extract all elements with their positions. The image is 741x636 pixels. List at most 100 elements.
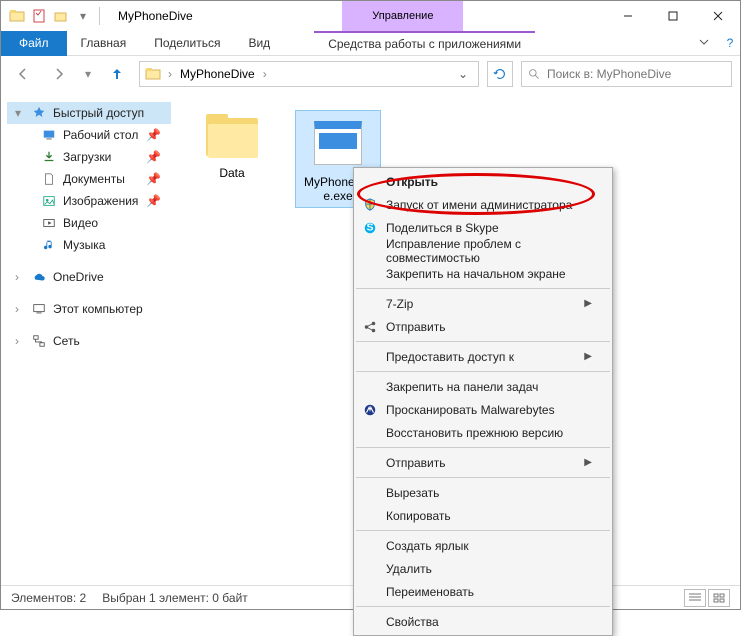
- minimize-button[interactable]: [605, 1, 650, 31]
- context-menu-item[interactable]: Отправить: [354, 315, 612, 338]
- sidebar-item[interactable]: Изображения📌: [7, 190, 171, 212]
- sidebar-item[interactable]: Видео: [7, 212, 171, 234]
- context-menu-item[interactable]: Закрепить на панели задач: [354, 375, 612, 398]
- folder-icon: [202, 114, 262, 162]
- context-menu-item[interactable]: Запуск от имени администратора: [354, 193, 612, 216]
- chevron-right-icon[interactable]: ›: [261, 67, 269, 81]
- sidebar-item[interactable]: Документы📌: [7, 168, 171, 190]
- sidebar-this-pc[interactable]: › Этот компьютер: [7, 298, 171, 320]
- view-icons-button[interactable]: [708, 589, 730, 607]
- file-tab[interactable]: Файл: [1, 31, 67, 56]
- context-menu-item[interactable]: Просканировать Malwarebytes: [354, 398, 612, 421]
- window-title: MyPhoneDive: [110, 9, 201, 23]
- sidebar-quick-access[interactable]: ▾ Быстрый доступ: [7, 102, 171, 124]
- up-button[interactable]: [103, 60, 131, 88]
- chevron-right-icon[interactable]: ›: [166, 67, 174, 81]
- qat-dropdown-icon[interactable]: ▾: [75, 8, 91, 24]
- context-menu-item[interactable]: Отправить▶: [354, 451, 612, 474]
- sidebar-item-label: Изображения: [63, 194, 138, 208]
- qat-properties-icon[interactable]: [31, 8, 47, 24]
- ribbon-tab-home[interactable]: Главная: [67, 31, 141, 56]
- context-menu-item[interactable]: Вырезать: [354, 481, 612, 504]
- sidebar-item[interactable]: Музыка: [7, 234, 171, 256]
- recent-dropdown[interactable]: ▾: [81, 60, 95, 88]
- chevron-down-icon[interactable]: ▾: [15, 106, 25, 120]
- sidebar-item-label: Рабочий стол: [63, 128, 138, 142]
- context-menu-item[interactable]: Открыть: [354, 170, 612, 193]
- separator: [356, 447, 610, 448]
- context-menu-label: Предоставить доступ к: [386, 350, 514, 364]
- sidebar-onedrive[interactable]: › OneDrive: [7, 266, 171, 288]
- separator: [356, 477, 610, 478]
- context-menu-item[interactable]: Предоставить доступ к ▶: [354, 345, 612, 368]
- view-details-button[interactable]: [684, 589, 706, 607]
- separator: [356, 530, 610, 531]
- context-menu-label: Вырезать: [386, 486, 439, 500]
- chevron-right-icon[interactable]: ›: [15, 302, 25, 316]
- contextual-tab-header: Управление: [342, 1, 463, 31]
- maximize-button[interactable]: [650, 1, 695, 31]
- context-menu-label: Удалить: [386, 562, 432, 576]
- separator: [356, 606, 610, 607]
- refresh-button[interactable]: [487, 61, 513, 87]
- address-bar[interactable]: › MyPhoneDive › ⌄: [139, 61, 479, 87]
- malwarebytes-icon: [362, 402, 378, 418]
- context-menu-label: Восстановить прежнюю версию: [386, 426, 563, 440]
- sidebar-item-label: Музыка: [63, 238, 105, 252]
- sidebar-network[interactable]: › Сеть: [7, 330, 171, 352]
- shield-icon: [362, 197, 378, 213]
- close-button[interactable]: [695, 1, 740, 31]
- chevron-right-icon: ▶: [584, 351, 592, 362]
- separator: [356, 371, 610, 372]
- sidebar-item-label: Загрузки: [63, 150, 111, 164]
- sidebar-item-label: Этот компьютер: [53, 302, 143, 316]
- cloud-icon: [31, 269, 47, 285]
- svg-text:S: S: [366, 221, 373, 233]
- chevron-right-icon[interactable]: ›: [15, 334, 25, 348]
- sidebar-item[interactable]: Загрузки 📌: [7, 146, 171, 168]
- help-button[interactable]: ?: [720, 36, 740, 50]
- pin-icon: 📌: [146, 150, 161, 164]
- context-menu-item[interactable]: Восстановить прежнюю версию: [354, 421, 612, 444]
- search-input[interactable]: [547, 67, 725, 81]
- share-icon: [362, 319, 378, 335]
- context-menu: ОткрытьЗапуск от имени администратораSПо…: [353, 167, 613, 636]
- ribbon-tab-view[interactable]: Вид: [234, 31, 284, 56]
- separator: [356, 288, 610, 289]
- context-menu-item[interactable]: Копировать: [354, 504, 612, 527]
- titlebar: ▾ MyPhoneDive Управление: [1, 1, 740, 31]
- breadcrumb[interactable]: MyPhoneDive: [178, 67, 257, 81]
- qat-newfolder-icon[interactable]: [53, 8, 69, 24]
- sidebar-item-label: OneDrive: [53, 270, 104, 284]
- context-menu-item[interactable]: Закрепить на начальном экране: [354, 262, 612, 285]
- address-dropdown[interactable]: ⌄: [452, 67, 474, 81]
- context-menu-label: Копировать: [386, 509, 451, 523]
- forward-button[interactable]: [45, 60, 73, 88]
- sidebar-item-label: Документы: [63, 172, 125, 186]
- context-menu-label: Свойства: [386, 615, 439, 629]
- ribbon-expand-button[interactable]: [688, 36, 720, 51]
- search-box[interactable]: [521, 61, 732, 87]
- item-icon: [41, 215, 57, 231]
- context-menu-item[interactable]: Создать ярлык: [354, 534, 612, 557]
- context-menu-label: Запуск от имени администратора: [386, 198, 572, 212]
- sidebar-item-label: Видео: [63, 216, 98, 230]
- context-menu-item[interactable]: Исправление проблем с совместимостью: [354, 239, 612, 262]
- network-icon: [31, 333, 47, 349]
- context-menu-item[interactable]: Удалить: [354, 557, 612, 580]
- context-menu-label: Закрепить на начальном экране: [386, 267, 566, 281]
- search-icon: [528, 68, 541, 81]
- sidebar-item[interactable]: Рабочий стол 📌: [7, 124, 171, 146]
- status-selection: Выбран 1 элемент: 0 байт: [102, 591, 248, 605]
- ribbon-tab-share[interactable]: Поделиться: [140, 31, 234, 56]
- back-button[interactable]: [9, 60, 37, 88]
- chevron-right-icon[interactable]: ›: [15, 270, 25, 284]
- context-menu-item[interactable]: Переименовать: [354, 580, 612, 603]
- context-menu-item[interactable]: 7-Zip▶: [354, 292, 612, 315]
- pin-icon: 📌: [146, 128, 161, 142]
- item-icon: [41, 149, 57, 165]
- file-item-folder[interactable]: Data: [189, 110, 275, 184]
- ribbon-tab-apptools[interactable]: Средства работы с приложениями: [314, 31, 535, 56]
- ribbon: Файл Главная Поделиться Вид Средства раб…: [1, 31, 740, 56]
- context-menu-item[interactable]: Свойства: [354, 610, 612, 633]
